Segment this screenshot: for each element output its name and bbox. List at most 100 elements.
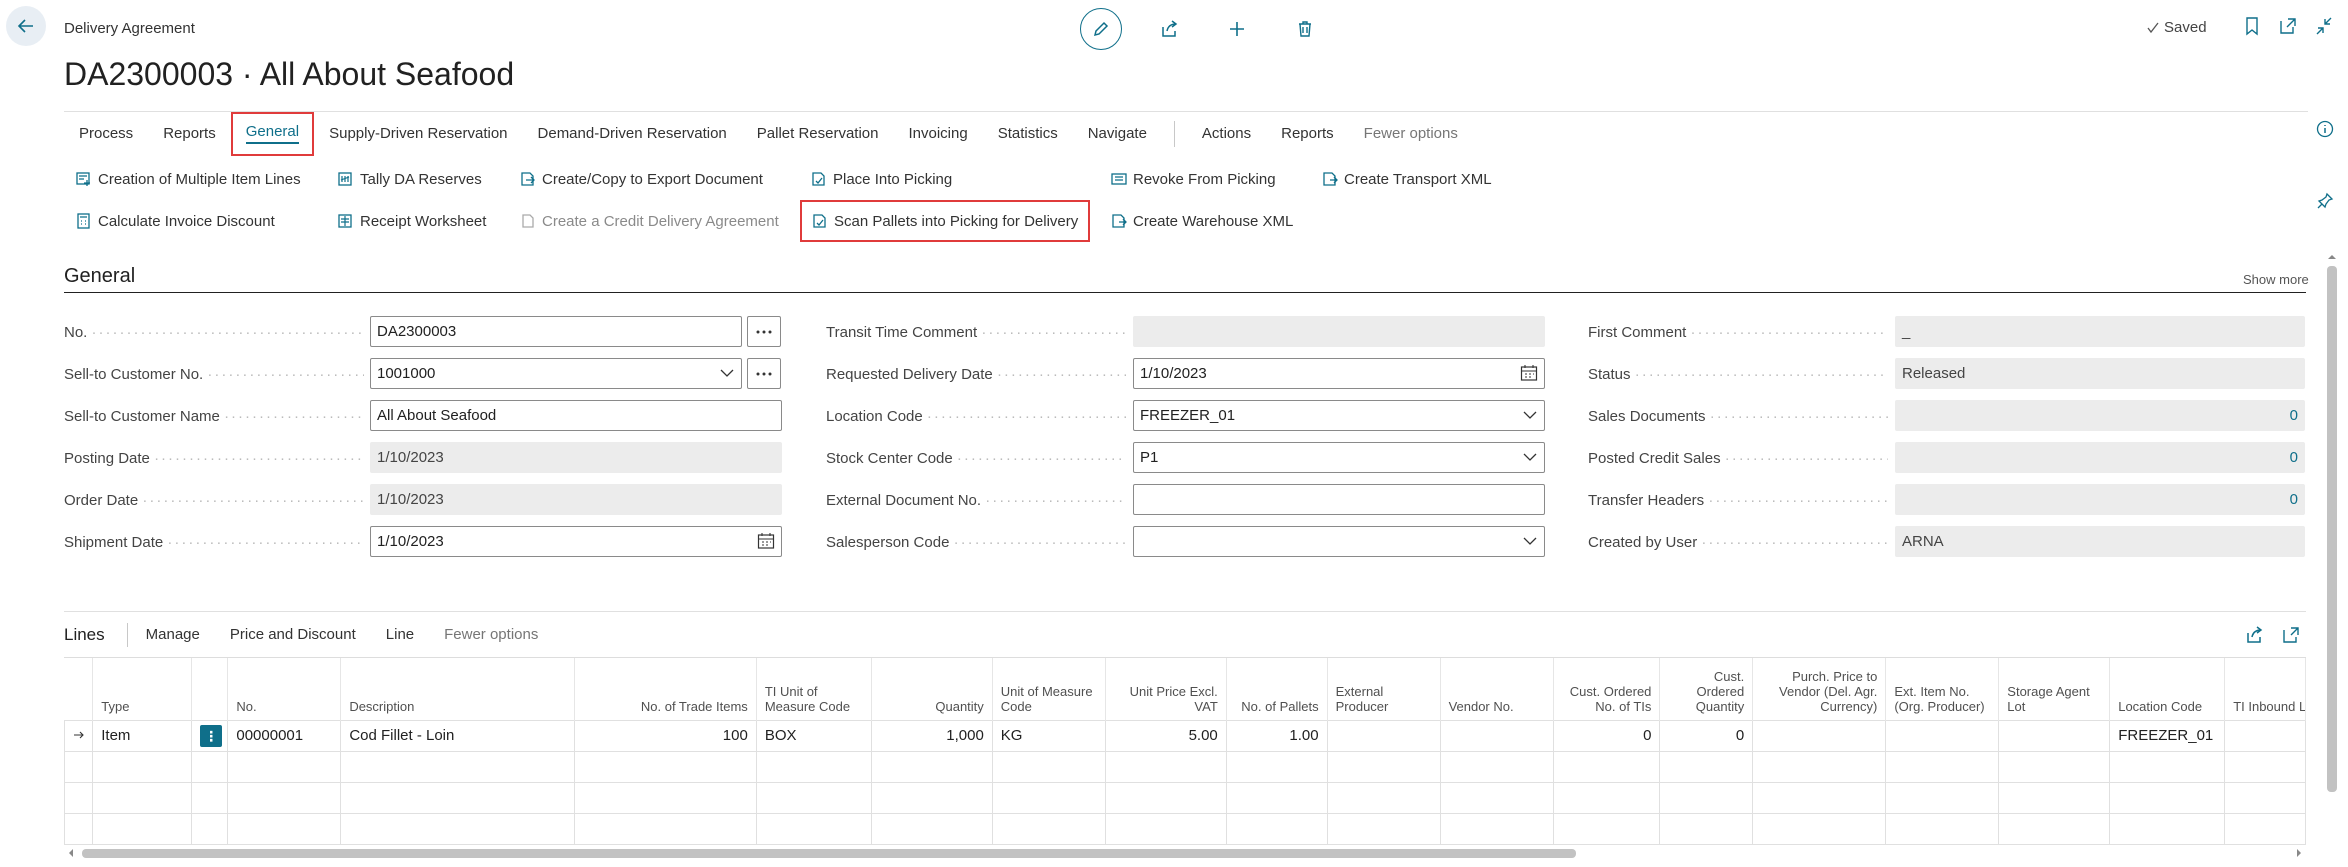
location-code-select[interactable]: FREEZER_01 [1133, 400, 1545, 431]
calendar-icon[interactable] [757, 532, 775, 550]
salesperson-code-select[interactable] [1133, 526, 1545, 557]
calculate-invoice-discount-button[interactable]: Calculate Invoice Discount [76, 207, 275, 235]
cell-cust-ordered-tis[interactable]: 0 [1552, 719, 1661, 752]
empty-cell[interactable] [1439, 781, 1554, 814]
empty-cell[interactable] [574, 750, 757, 783]
empty-cell[interactable] [755, 812, 872, 845]
cell-storage-agent-lot[interactable] [1998, 719, 2111, 752]
vertical-scrollbar[interactable] [2325, 252, 2339, 794]
empty-cell[interactable] [227, 781, 342, 814]
empty-cell[interactable] [1752, 750, 1887, 783]
creation-multiple-item-lines-button[interactable]: Creation of Multiple Item Lines [76, 165, 301, 193]
empty-cell[interactable] [1885, 750, 2000, 783]
col-ext-item-no[interactable]: Ext. Item No. (Org. Producer) [1885, 658, 2000, 720]
col-vendor-no[interactable]: Vendor No. [1440, 658, 1554, 720]
cell-uom[interactable]: KG [991, 719, 1106, 752]
empty-cell[interactable] [227, 812, 342, 845]
table-row-empty[interactable] [63, 781, 2306, 814]
empty-cell[interactable] [92, 781, 193, 814]
empty-cell[interactable] [991, 750, 1106, 783]
empty-cell[interactable] [191, 781, 229, 814]
col-description[interactable]: Description [340, 658, 576, 720]
col-type[interactable]: Type [92, 658, 193, 720]
cell-ext-item-no[interactable] [1885, 719, 2000, 752]
scroll-up-icon[interactable] [2325, 252, 2339, 262]
bookmark-icon[interactable] [2243, 16, 2261, 36]
tab-fewer-options[interactable]: Fewer options [1349, 112, 1473, 156]
no-input[interactable]: DA2300003 [370, 316, 742, 347]
scroll-right-icon[interactable] [2294, 845, 2304, 861]
col-quantity[interactable]: Quantity [871, 658, 993, 720]
cell-type[interactable]: Item [92, 719, 193, 752]
cell-quantity[interactable]: 1,000 [870, 719, 993, 752]
empty-cell[interactable] [340, 812, 576, 845]
empty-cell[interactable] [92, 812, 193, 845]
cell-vendor-no[interactable] [1439, 719, 1554, 752]
row-menu-icon[interactable]: ⋮ [200, 724, 223, 747]
col-purch-price[interactable]: Purch. Price to Vendor (Del. Agr. Curren… [1752, 658, 1887, 720]
tab-demand-driven-reservation[interactable]: Demand-Driven Reservation [523, 112, 742, 156]
tab-navigate[interactable]: Navigate [1073, 112, 1162, 156]
empty-cell[interactable] [1659, 781, 1754, 814]
cell-external-producer[interactable] [1326, 719, 1441, 752]
empty-cell[interactable] [1104, 781, 1227, 814]
cell-purch-price[interactable] [1752, 719, 1887, 752]
scroll-left-icon[interactable] [66, 845, 76, 861]
create-warehouse-xml-button[interactable]: Create Warehouse XML [1111, 207, 1293, 235]
empty-cell[interactable] [1998, 750, 2111, 783]
empty-cell[interactable] [1326, 750, 1441, 783]
col-storage-agent-lot[interactable]: Storage Agent Lot [1998, 658, 2111, 720]
table-row[interactable]: Item ⋮ 00000001 Cod Fillet - Loin 100 BO… [63, 719, 2306, 752]
empty-cell[interactable] [227, 750, 342, 783]
empty-cell[interactable] [340, 750, 576, 783]
empty-cell[interactable] [870, 812, 993, 845]
empty-cell[interactable] [191, 750, 229, 783]
empty-cell[interactable] [1225, 812, 1328, 845]
empty-cell[interactable] [2224, 781, 2306, 814]
tab-actions[interactable]: Actions [1187, 112, 1266, 156]
empty-cell[interactable] [574, 812, 757, 845]
info-icon[interactable] [2316, 120, 2334, 138]
tab-reports-2[interactable]: Reports [1266, 112, 1349, 156]
create-copy-export-document-button[interactable]: Create/Copy to Export Document [520, 165, 763, 193]
pin-icon[interactable] [2316, 192, 2334, 210]
empty-cell[interactable] [1659, 750, 1754, 783]
revoke-from-picking-button[interactable]: Revoke From Picking [1111, 165, 1276, 193]
share-button[interactable] [1148, 8, 1190, 50]
vertical-scroll-thumb[interactable] [2327, 266, 2337, 792]
collapse-icon[interactable] [2315, 16, 2333, 36]
external-document-no-input[interactable] [1133, 484, 1545, 515]
lines-action-manage[interactable]: Manage [146, 626, 200, 643]
col-ti-uom[interactable]: TI Unit of Measure Code [756, 658, 872, 720]
open-new-window-icon[interactable] [2279, 16, 2297, 36]
no-assist-button[interactable] [747, 316, 781, 347]
lines-action-fewer-options[interactable]: Fewer options [444, 626, 538, 643]
empty-cell[interactable] [1552, 812, 1661, 845]
empty-cell[interactable] [1326, 781, 1441, 814]
create-transport-xml-button[interactable]: Create Transport XML [1322, 165, 1492, 193]
empty-cell[interactable] [2224, 750, 2306, 783]
col-no[interactable]: No. [227, 658, 342, 720]
empty-cell[interactable] [1326, 812, 1441, 845]
cell-no[interactable]: 00000001 [227, 719, 342, 752]
empty-cell[interactable] [191, 812, 229, 845]
empty-cell[interactable] [991, 781, 1106, 814]
empty-cell[interactable] [1104, 812, 1227, 845]
sell-to-customer-no-select[interactable]: 1001000 [370, 358, 742, 389]
tab-reports[interactable]: Reports [148, 112, 231, 156]
empty-cell[interactable] [63, 750, 94, 783]
col-external-producer[interactable]: External Producer [1327, 658, 1441, 720]
receipt-worksheet-button[interactable]: Receipt Worksheet [338, 207, 486, 235]
col-no-of-trade-items[interactable]: No. of Trade Items [574, 658, 757, 720]
empty-cell[interactable] [92, 750, 193, 783]
cell-description[interactable]: Cod Fillet - Loin [340, 719, 576, 752]
empty-cell[interactable] [1885, 812, 2000, 845]
empty-cell[interactable] [870, 781, 993, 814]
col-no-of-pallets[interactable]: No. of Pallets [1226, 658, 1328, 720]
empty-cell[interactable] [1998, 812, 2111, 845]
expand-icon[interactable] [2282, 626, 2300, 644]
col-ti-inbound[interactable]: TI Inbound L Code [2224, 658, 2306, 720]
cell-unit-price[interactable]: 5.00 [1104, 719, 1227, 752]
shipment-date-input[interactable]: 1/10/2023 [370, 526, 782, 557]
new-button[interactable] [1216, 8, 1258, 50]
